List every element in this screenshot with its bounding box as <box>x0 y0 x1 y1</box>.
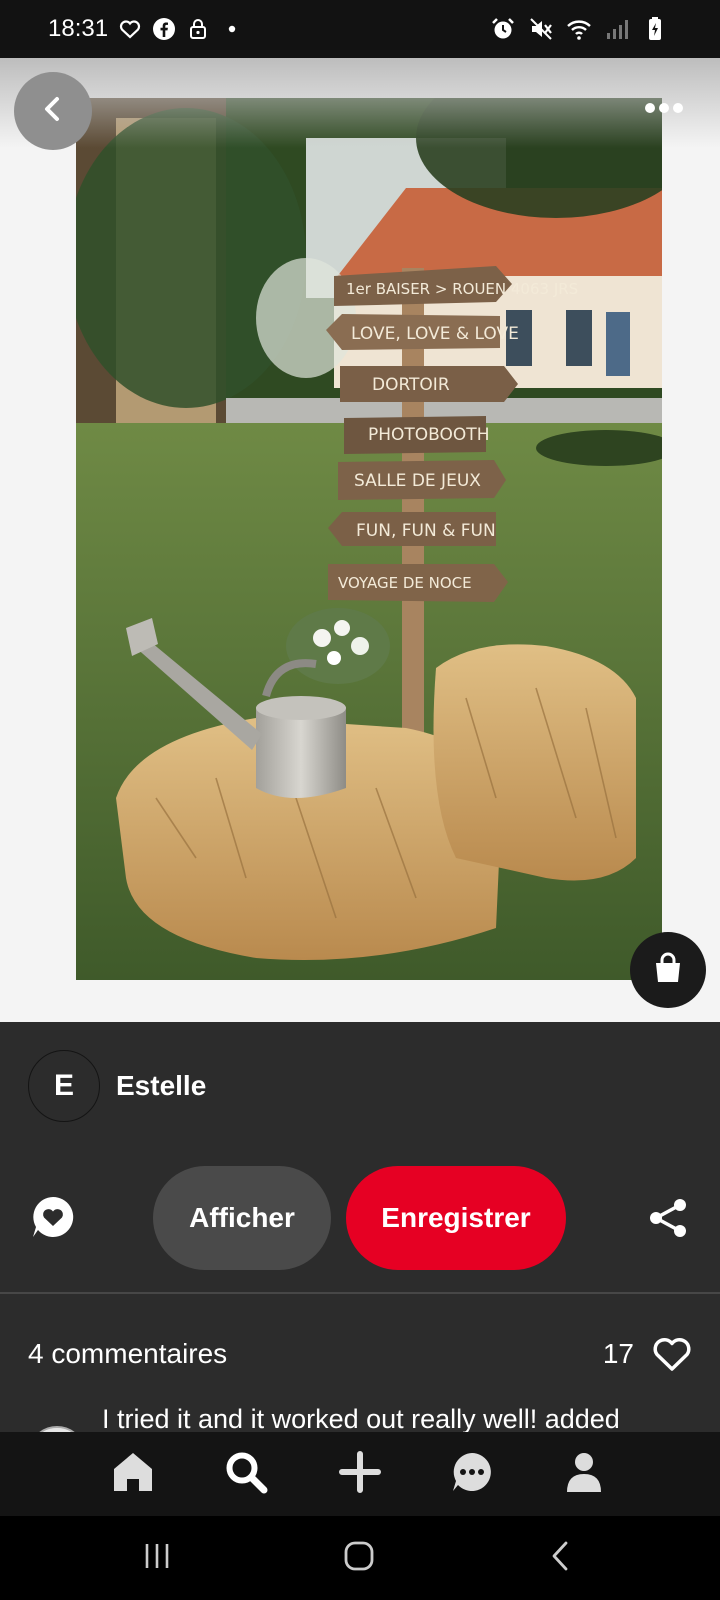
recent-apps-button[interactable] <box>132 1536 182 1580</box>
alarm-icon <box>490 16 516 42</box>
back-icon <box>546 1538 576 1579</box>
nav-create[interactable] <box>334 1448 386 1500</box>
bottom-nav <box>0 1432 720 1516</box>
back-button[interactable] <box>14 72 92 150</box>
comment-button[interactable] <box>28 1192 78 1242</box>
save-button[interactable]: Enregistrer <box>346 1166 566 1270</box>
shop-button[interactable] <box>630 932 706 1008</box>
likes: 17 <box>603 1336 692 1372</box>
profile-icon <box>562 1450 606 1499</box>
mute-icon <box>528 16 554 42</box>
more-options-button[interactable] <box>636 88 692 132</box>
pin-photo-illustration: 1er BAISER > ROUEN 4063 JRS LOVE, LOVE &… <box>76 98 662 980</box>
signal-icon <box>604 16 630 42</box>
heart-outline-icon <box>118 17 142 41</box>
home-icon <box>111 1450 155 1499</box>
status-bar: 18:31 <box>0 0 720 58</box>
engagement-row: 4 commentaires 17 <box>28 1334 692 1374</box>
creator-name[interactable]: Estelle <box>116 1070 206 1102</box>
home-system-button[interactable] <box>334 1536 384 1580</box>
lock-icon <box>186 17 210 41</box>
creator-avatar[interactable]: E <box>28 1050 100 1122</box>
recent-apps-icon <box>137 1541 177 1576</box>
nav-search[interactable] <box>220 1448 272 1500</box>
comment-heart-icon <box>28 1196 78 1246</box>
pin-info-panel: E Estelle Afficher Enregistrer 4 comment… <box>0 1022 720 1432</box>
view-button[interactable]: Afficher <box>153 1166 331 1270</box>
likes-count: 17 <box>602 1338 634 1369</box>
messages-icon <box>450 1450 494 1499</box>
home-button-icon <box>341 1538 377 1579</box>
comment-preview[interactable]: I tried it and it worked out really well… <box>28 1404 692 1432</box>
heart-outline-icon[interactable] <box>652 1336 692 1372</box>
plus-icon <box>338 1450 382 1499</box>
status-time: 18:31 <box>48 15 109 42</box>
facebook-icon <box>152 17 176 41</box>
svg-text:DORTOIR: DORTOIR <box>372 375 450 395</box>
pin-image-area: 1er BAISER > ROUEN 4063 JRS LOVE, LOVE &… <box>0 58 720 1022</box>
share-icon <box>646 1199 690 1244</box>
divider <box>0 1292 720 1294</box>
dot-icon <box>220 17 244 41</box>
nav-profile[interactable] <box>558 1448 610 1500</box>
system-nav <box>0 1516 720 1600</box>
nav-home[interactable] <box>107 1448 159 1500</box>
svg-text:FUN, FUN & FUN: FUN, FUN & FUN <box>356 521 496 541</box>
search-icon <box>224 1450 268 1499</box>
svg-text:VOYAGE DE NOCE: VOYAGE DE NOCE <box>338 574 472 592</box>
comment-text: I tried it and it worked out really well… <box>102 1404 620 1432</box>
top-gradient <box>0 58 720 148</box>
pin-photo[interactable]: 1er BAISER > ROUEN 4063 JRS LOVE, LOVE &… <box>76 98 662 980</box>
nav-messages[interactable] <box>446 1448 498 1500</box>
battery-charging-icon <box>642 16 668 42</box>
comments-count[interactable]: 4 commentaires <box>28 1338 227 1370</box>
more-horizontal-icon <box>644 101 684 119</box>
svg-text:1er BAISER > ROUEN 4063 JRS: 1er BAISER > ROUEN 4063 JRS <box>346 280 578 298</box>
status-right <box>490 16 668 42</box>
chevron-left-icon <box>38 94 68 129</box>
shopping-bag-icon <box>650 950 686 991</box>
svg-text:PHOTOBOOTH: PHOTOBOOTH <box>368 425 489 445</box>
back-system-button[interactable] <box>536 1536 586 1580</box>
svg-text:SALLE DE JEUX: SALLE DE JEUX <box>354 471 481 491</box>
status-left: 18:31 <box>48 15 244 43</box>
share-button[interactable] <box>646 1196 690 1240</box>
svg-text:LOVE, LOVE & LOVE: LOVE, LOVE & LOVE <box>351 324 519 344</box>
wifi-icon <box>566 16 592 42</box>
creator-row[interactable]: E Estelle <box>28 1050 206 1122</box>
action-bar: Afficher Enregistrer <box>0 1166 720 1270</box>
